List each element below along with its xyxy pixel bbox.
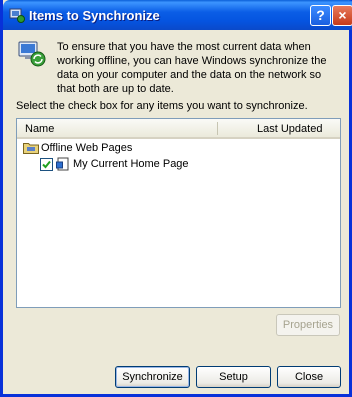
synchronize-button[interactable]: Synchronize: [115, 366, 190, 388]
synchronize-icon: [18, 41, 46, 67]
sync-icon: [9, 8, 25, 23]
column-divider[interactable]: [217, 122, 218, 135]
properties-button[interactable]: Properties: [276, 314, 340, 336]
list-item-my-current-home-page[interactable]: My Current Home Page: [40, 156, 189, 172]
web-page-icon: [56, 157, 69, 171]
help-button[interactable]: ?: [310, 5, 331, 26]
instruction-text: Select the check box for any items you w…: [16, 100, 308, 112]
checkmark-icon: [42, 160, 51, 169]
setup-button[interactable]: Setup: [196, 366, 271, 388]
info-description: To ensure that you have the most current…: [57, 41, 327, 95]
list-item-label: Offline Web Pages: [41, 142, 133, 154]
title-bar[interactable]: Items to Synchronize ? ×: [3, 0, 352, 30]
list-header: Name Last Updated: [17, 119, 340, 139]
item-checkbox[interactable]: [40, 157, 53, 171]
list-item-offline-web-pages[interactable]: Offline Web Pages: [23, 140, 132, 156]
sync-items-list[interactable]: Name Last Updated Offline Web Pages My C…: [16, 118, 341, 308]
column-last-updated-header[interactable]: Last Updated: [257, 123, 322, 135]
list-item-label: My Current Home Page: [73, 158, 189, 170]
offline-folder-icon: [23, 143, 39, 155]
close-window-button[interactable]: ×: [332, 5, 352, 26]
dialog-window: Items to Synchronize ? × To ensure that …: [0, 0, 352, 397]
close-button[interactable]: Close: [277, 366, 341, 388]
column-name-header[interactable]: Name: [25, 123, 54, 135]
window-title: Items to Synchronize: [29, 8, 160, 23]
